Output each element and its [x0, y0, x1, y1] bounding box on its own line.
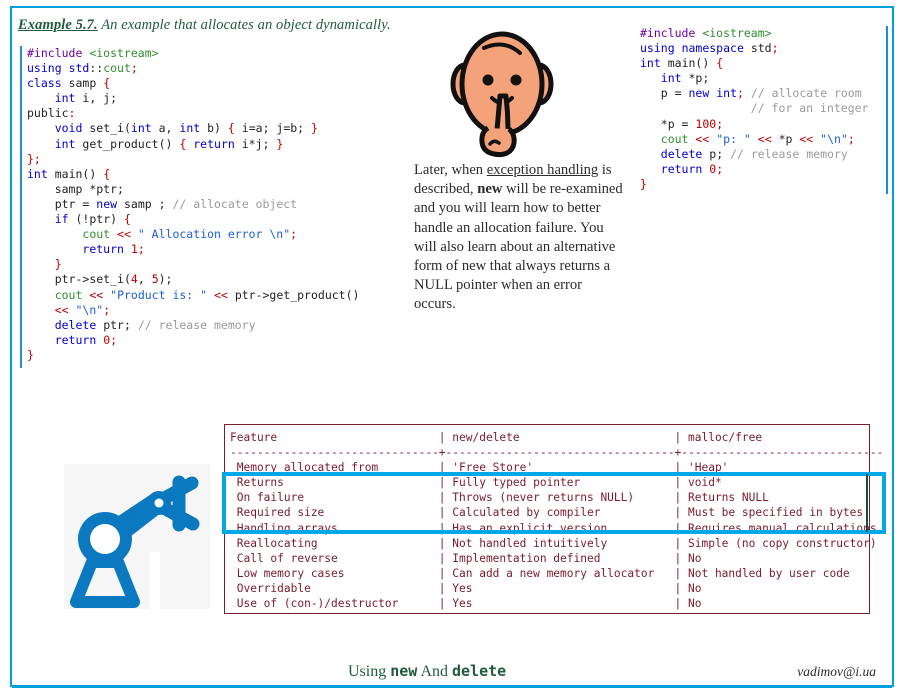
example-description: An example that allocates an object dyna… — [97, 17, 391, 33]
highlight-inner-line — [866, 474, 868, 532]
footer-keyword-new: new — [390, 662, 418, 680]
slide-canvas: Example 5.7. An example that allocates a… — [0, 0, 900, 700]
code-block-left: #include <iostream> using std::cout; cla… — [20, 46, 410, 368]
comparison-table: Feature | new/delete | malloc/free -----… — [224, 424, 884, 614]
explanation-paragraph: Later, when exception handling is descri… — [414, 161, 626, 315]
footer-keyword-delete: delete — [452, 662, 507, 680]
footer-divider — [12, 686, 892, 688]
footer-title: Using new And delete — [348, 662, 506, 681]
para-link: exception handling — [486, 162, 599, 178]
footer-part1: Using — [348, 663, 391, 680]
example-label: Example 5.7. — [18, 17, 98, 33]
footer-part2: And — [417, 663, 452, 680]
page-title: Example 5.7. An example that allocates a… — [18, 17, 448, 34]
footer-email: vadimov@i.ua — [797, 664, 876, 679]
code-block-right: #include <iostream> using namespace std;… — [640, 26, 888, 194]
robot-arm-icon — [64, 464, 210, 609]
para-part3: will be re-examined and you will learn h… — [414, 181, 623, 313]
para-part1: Later, when — [414, 162, 487, 178]
shushing-face-icon — [432, 22, 572, 162]
table-text: Feature | new/delete | malloc/free -----… — [230, 431, 884, 611]
para-bold-new: new — [477, 181, 503, 198]
